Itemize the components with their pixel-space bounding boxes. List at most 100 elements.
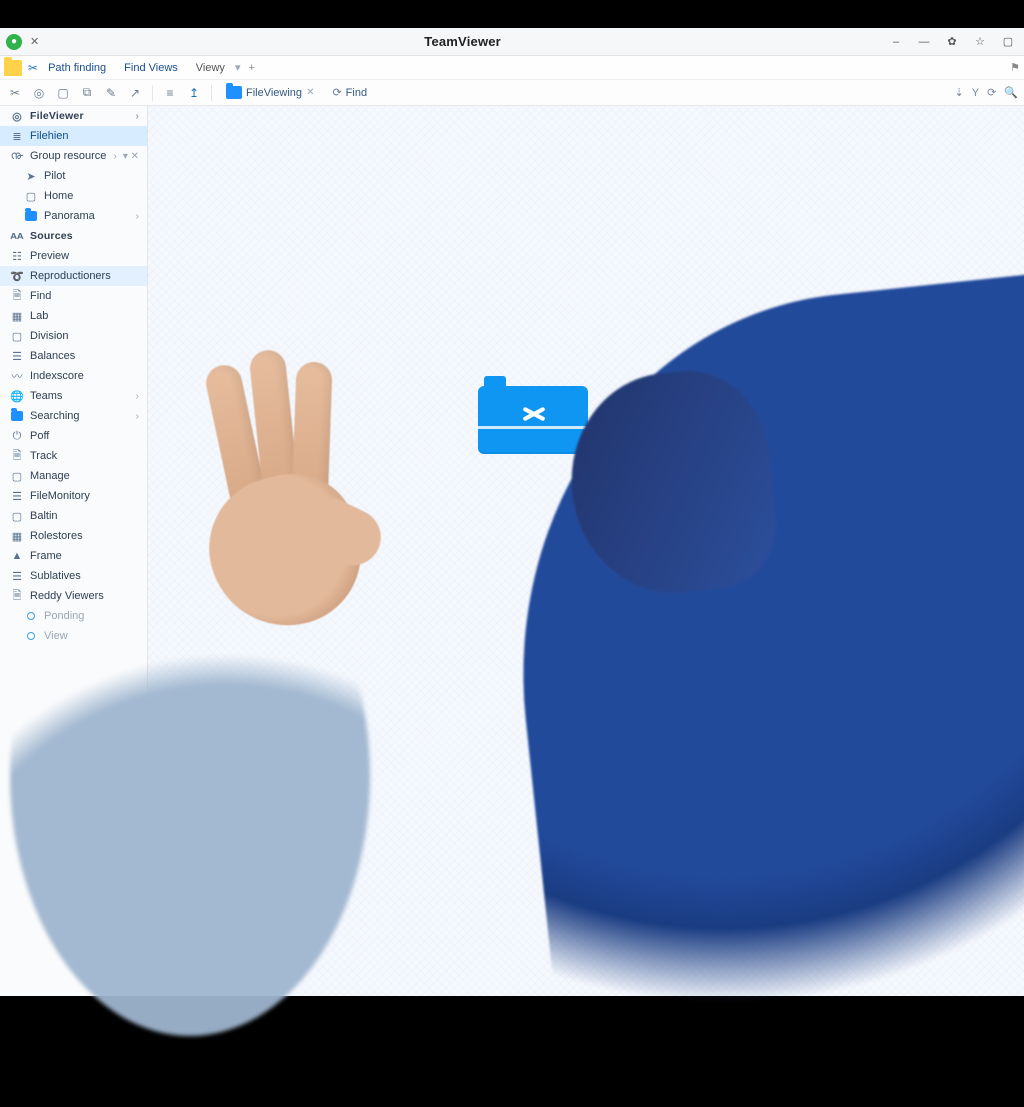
sidebar-item-label: Preview (30, 250, 139, 262)
sidebar-item-preview[interactable]: ☷Preview (0, 246, 147, 266)
sidebar-item-find[interactable]: 🗎Find (0, 286, 147, 306)
square-icon: ▢ (10, 509, 24, 523)
sidebar-item-label: View (44, 630, 139, 642)
dot-icon (24, 629, 38, 643)
sidebar-item-label: Rolestores (30, 530, 139, 542)
sidebar-item-balances[interactable]: ☰Balances (0, 346, 147, 366)
sidebar-item-indexscore[interactable]: 〰 Indexscore (0, 366, 147, 386)
help-icon[interactable]: – (886, 36, 906, 48)
menu-find-views[interactable]: Find Views (116, 59, 186, 77)
sidebar-item-division[interactable]: ▢ Division (0, 326, 147, 346)
tool-wand-icon[interactable]: ✎ (102, 84, 120, 102)
canvas-area[interactable] (148, 106, 1024, 996)
close-x-icon (522, 402, 546, 426)
sidebar-item-fileviewer[interactable]: ◎FileViewer› (0, 106, 147, 126)
globe-icon: 🌐 (10, 389, 24, 403)
sidebar-item-label: Indexscore (30, 370, 139, 382)
sidebar-item-view[interactable]: View (0, 626, 147, 646)
list-icon: ≣ (10, 129, 24, 143)
sidebar-item-label: Lab (30, 310, 139, 322)
sidebar-item-sources[interactable]: ᴀᴀSources (0, 226, 147, 246)
sidebar-item-manage[interactable]: ▢Manage (0, 466, 147, 486)
letterbox-top (0, 0, 1024, 28)
favorite-icon[interactable]: ☆ (970, 35, 990, 48)
sidebar-item-pilot[interactable]: ➤ Pilot (0, 166, 147, 186)
menu-viewy[interactable]: Viewy (188, 59, 233, 77)
sidebar-item-label: Division (30, 330, 139, 342)
tool-arrow-icon[interactable]: ↗ (126, 84, 144, 102)
titlebar: ● ✕ TeamViewer – — ✿ ☆ ▢ (0, 28, 1024, 56)
sidebar-item-group-resource[interactable]: ൹Group resource›▾ ✕ (0, 146, 147, 166)
search-icon[interactable]: 🔍 (1004, 86, 1018, 99)
stack-icon: ☰ (10, 569, 24, 583)
target-icon: ◎ (10, 109, 24, 123)
sidebar-item-ponding[interactable]: Ponding (0, 606, 147, 626)
sidebar-item-reddy-viewers[interactable]: 🗎Reddy Viewers (0, 586, 147, 606)
sidebar-item-teams[interactable]: 🌐Teams› (0, 386, 147, 406)
square-icon: ▢ (10, 329, 24, 343)
tool-target-icon[interactable]: ◎ (30, 84, 48, 102)
tool-list-icon[interactable]: ≡ (161, 84, 179, 102)
sidebar-item-rolestores[interactable]: ▦ Rolestores (0, 526, 147, 546)
sidebar-item-label: Track (30, 450, 139, 462)
tool-cut-icon[interactable]: ✂ (6, 84, 24, 102)
sidebar-item-poff[interactable]: ⏻Poff (0, 426, 147, 446)
refresh-right-icon[interactable]: ⟳ (987, 86, 996, 99)
up-icon: ▲ (10, 549, 24, 563)
sidebar-item-label: Panorama (44, 210, 130, 222)
download-icon[interactable]: ⇣ (955, 86, 964, 99)
sidebar-item-label: FileViewer (30, 110, 129, 122)
sidebar-item-track[interactable]: 🗎Track (0, 446, 147, 466)
refresh-icon: ⟳ (332, 86, 341, 99)
maximize-button[interactable]: ▢ (998, 35, 1018, 48)
square-icon: ▢ (24, 189, 38, 203)
sidebar-item-label: Reddy Viewers (30, 590, 139, 602)
minimize-button[interactable]: — (914, 36, 934, 48)
grid-icon: ▦ (10, 309, 24, 323)
folder-icon (24, 209, 38, 223)
sidebar-item-searching[interactable]: Searching› (0, 406, 147, 426)
filter-icon[interactable]: Y (972, 87, 979, 99)
account-avatar[interactable]: ● (6, 34, 22, 50)
sidebar-item-label: Manage (30, 470, 139, 482)
sidebar-item-lab[interactable]: ▦ Lab (0, 306, 147, 326)
sidebar-item-label: Filehien (30, 130, 139, 142)
tool-icon[interactable]: ✂ (28, 61, 38, 75)
letterbox-bottom (0, 996, 1024, 1024)
alert-icon[interactable]: ⚑ (1010, 61, 1020, 74)
tool-square-icon[interactable]: ▢ (54, 84, 72, 102)
sidebar-item-home[interactable]: ▢Home (0, 186, 147, 206)
menu-path-finding[interactable]: Path finding (40, 59, 114, 77)
folder-card[interactable] (478, 376, 588, 454)
sidebar-item-filehien[interactable]: ≣ Filehien (0, 126, 147, 146)
sidebar-item-label: Find (30, 290, 139, 302)
sidebar-item-panorama[interactable]: Panorama› (0, 206, 147, 226)
tab-fileviewing[interactable]: FileViewing ✕ (220, 84, 320, 101)
tab-find[interactable]: ⟳ Find (326, 84, 373, 101)
folder-icon[interactable] (4, 60, 22, 76)
tab-find-label: Find (346, 87, 367, 99)
menu-add[interactable]: + (242, 62, 260, 74)
collapse-close-icon[interactable]: ▾ ✕ (123, 151, 139, 162)
folder-blue-icon (226, 86, 242, 99)
sidebar-item-sublatives[interactable]: ☰Sublatives (0, 566, 147, 586)
cursor-icon: ➤ (24, 169, 38, 183)
window-title: TeamViewer (424, 34, 501, 49)
sidebar-item-label: Sources (30, 230, 139, 242)
tab-close-icon[interactable]: ✕ (306, 87, 314, 98)
sidebar-item-label: Pilot (44, 170, 139, 182)
sidebar-item-label: Baltin (30, 510, 139, 522)
pin-icon[interactable]: ✕ (30, 35, 39, 48)
stack-icon: ☰ (10, 349, 24, 363)
tool-up-icon[interactable]: ↥ (185, 84, 203, 102)
grid-icon: ▦ (10, 529, 24, 543)
sidebar-item-baltin[interactable]: ▢ Baltin (0, 506, 147, 526)
sidebar-item-label: Searching (30, 410, 130, 422)
wave-icon: 〰 (10, 369, 24, 383)
sidebar-item-frame[interactable]: ▲Frame (0, 546, 147, 566)
sidebar-item-reproductioners[interactable]: ➰Reproductioners (0, 266, 147, 286)
sidebar-item-filemonitory[interactable]: ☰FileMonitory (0, 486, 147, 506)
sidebar-item-label: Teams (30, 390, 130, 402)
settings-icon[interactable]: ✿ (942, 35, 962, 48)
tool-copy-icon[interactable]: ⧉ (78, 84, 96, 102)
